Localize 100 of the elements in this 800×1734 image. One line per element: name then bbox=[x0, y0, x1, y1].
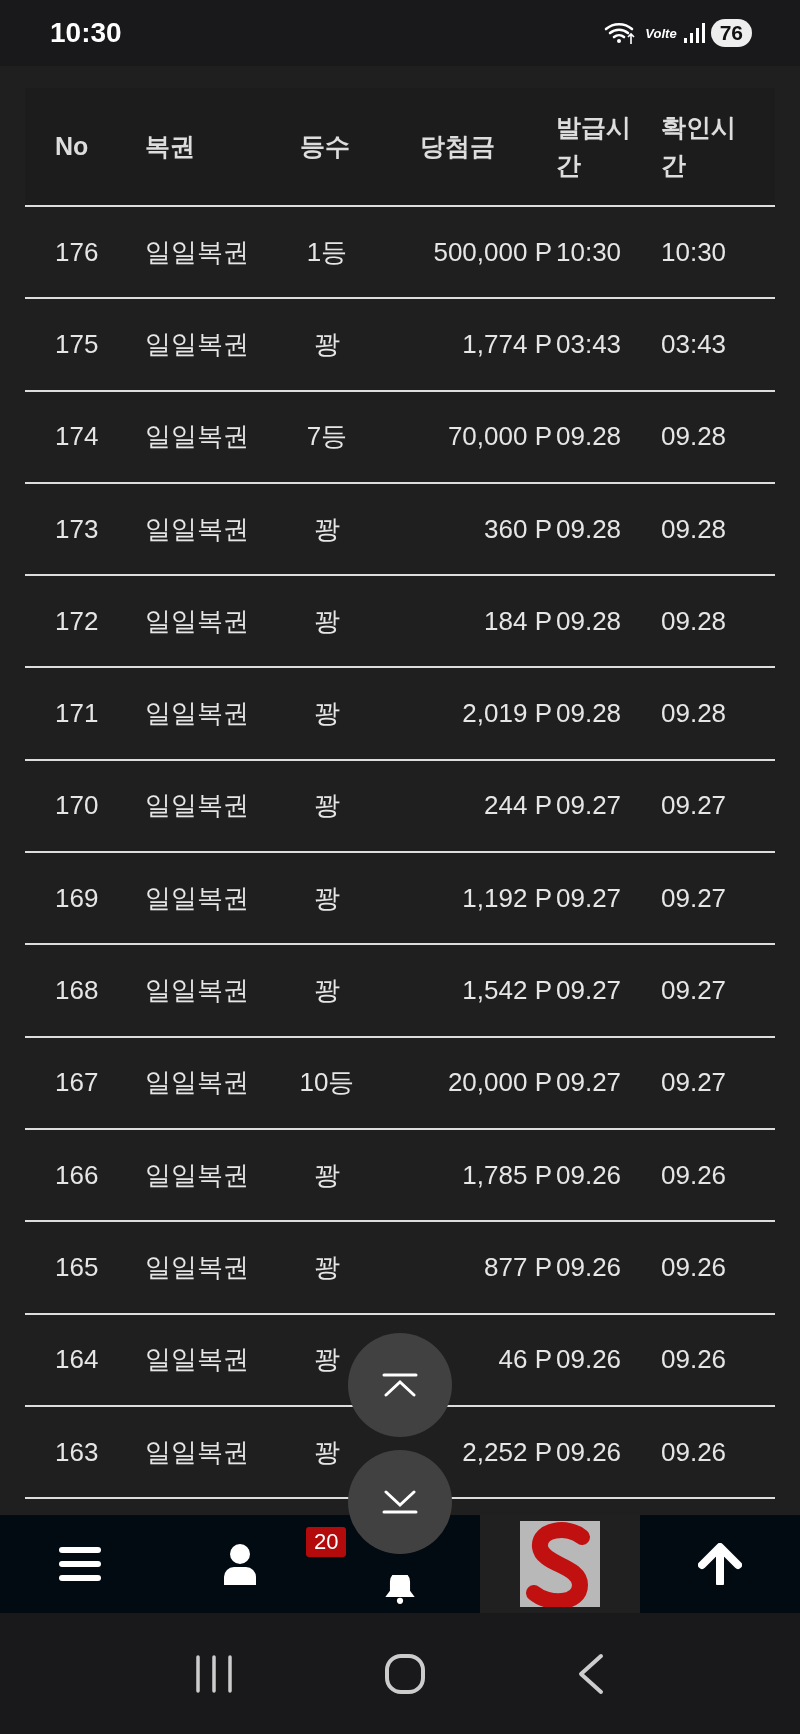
lottery-cell-text: 일일복권 bbox=[145, 1158, 250, 1192]
checked-time-cell-text: 09.28 bbox=[661, 513, 728, 545]
checked-time-cell-text: 09.27 bbox=[661, 790, 728, 822]
number-cell-text: 166 bbox=[54, 1159, 100, 1191]
checked-time-cell-text: 09.26 bbox=[661, 1251, 728, 1283]
scroll-bottom-icon bbox=[382, 1490, 418, 1514]
bell-icon[interactable] bbox=[383, 1575, 417, 1605]
issued-time-cell-text: 09.28 bbox=[556, 605, 623, 637]
number-cell-text: 171 bbox=[54, 698, 100, 730]
battery-level: 76 bbox=[710, 19, 752, 47]
prize-cell: 1,774 P bbox=[462, 328, 552, 360]
user-icon[interactable] bbox=[222, 1543, 258, 1585]
prize-cell: 2,252 P bbox=[462, 1436, 552, 1468]
issued-time-cell-text: 09.28 bbox=[556, 421, 623, 453]
checked-time-cell-text: 03:43 bbox=[661, 328, 728, 360]
checked-time-cell-text: 09.28 bbox=[661, 698, 728, 730]
column-header: 당첨금 bbox=[420, 130, 496, 162]
number-cell-text: 167 bbox=[54, 1067, 100, 1099]
issued-time-cell-text: 09.27 bbox=[556, 1067, 623, 1099]
prize-cell: 70,000 P bbox=[447, 421, 552, 453]
issued-time-cell-text: 09.27 bbox=[556, 882, 623, 914]
column-header: 발급시간 bbox=[556, 112, 632, 181]
prize-cell: 244 P bbox=[484, 790, 552, 822]
checked-time-cell-text: 09.27 bbox=[661, 882, 728, 914]
rank-cell-text: 꽝 bbox=[313, 1158, 341, 1192]
lottery-cell-text: 일일복권 bbox=[145, 1343, 250, 1377]
lottery-cell-text: 일일복권 bbox=[145, 327, 250, 361]
checked-time-cell-text: 09.27 bbox=[661, 1067, 728, 1099]
rank-cell-text: 꽝 bbox=[313, 1343, 341, 1377]
lottery-cell-text: 일일복권 bbox=[145, 974, 250, 1007]
lottery-cell-text: 일일복권 bbox=[145, 1435, 250, 1469]
number-cell-text: 164 bbox=[54, 1344, 100, 1376]
arrow-up-icon[interactable] bbox=[698, 1543, 742, 1585]
lottery-cell-text: 일일복권 bbox=[145, 881, 250, 915]
prize-cell: 1,785 P bbox=[462, 1159, 552, 1191]
issued-time-cell-text: 09.27 bbox=[556, 790, 623, 822]
rank-cell-text: 꽝 bbox=[313, 697, 341, 731]
number-cell-text: 172 bbox=[54, 605, 100, 637]
issued-time-cell-text: 10:30 bbox=[556, 236, 623, 268]
rank-cell-text: 꽝 bbox=[313, 974, 341, 1007]
prize-cell: 46 P bbox=[498, 1344, 552, 1376]
number-cell-text: 165 bbox=[54, 1251, 100, 1283]
issued-time-cell-text: 09.28 bbox=[556, 513, 623, 545]
scroll-top-icon bbox=[382, 1373, 418, 1397]
checked-time-cell-text: 09.28 bbox=[661, 605, 728, 637]
volte-label: Volte bbox=[645, 25, 677, 41]
rank-cell-text: 꽝 bbox=[313, 789, 341, 823]
lottery-cell-text: 일일복권 bbox=[145, 789, 250, 823]
number-cell-text: 168 bbox=[54, 975, 100, 1006]
issued-time-cell-text: 09.26 bbox=[556, 1436, 623, 1468]
back-icon[interactable] bbox=[576, 1652, 605, 1695]
number-cell-text: 175 bbox=[54, 328, 100, 360]
rank-cell-text: 10등 bbox=[298, 1066, 356, 1100]
lottery-cell-text: 일일복권 bbox=[145, 604, 250, 638]
issued-time-cell-text: 09.26 bbox=[556, 1251, 623, 1283]
prize-cell: 1,192 P bbox=[462, 882, 552, 914]
number-cell-text: 163 bbox=[54, 1436, 100, 1468]
lottery-cell-text: 일일복권 bbox=[145, 1250, 250, 1284]
issued-time-cell-text: 09.28 bbox=[556, 698, 623, 730]
prize-cell: 360 P bbox=[484, 513, 552, 545]
lottery-cell-text: 일일복권 bbox=[145, 512, 250, 546]
home-icon[interactable] bbox=[384, 1652, 426, 1695]
recent-apps-icon[interactable] bbox=[195, 1653, 234, 1694]
number-cell-text: 176 bbox=[54, 236, 100, 268]
status-time: 10:30 bbox=[50, 17, 122, 49]
checked-time-cell-text: 09.28 bbox=[661, 421, 728, 453]
issued-time-cell-text: 09.27 bbox=[556, 975, 623, 1006]
prize-cell: 20,000 P bbox=[447, 1067, 552, 1099]
rank-cell-text: 7등 bbox=[305, 420, 349, 454]
checked-time-cell-text: 09.26 bbox=[661, 1344, 728, 1376]
number-cell-text: 170 bbox=[54, 790, 100, 822]
number-cell-text: 174 bbox=[54, 421, 100, 453]
checked-time-cell-text: 09.26 bbox=[661, 1436, 728, 1468]
prize-cell: 1,542 P bbox=[462, 975, 552, 1006]
rank-cell-text: 꽝 bbox=[313, 512, 341, 546]
column-header: 복권 bbox=[145, 130, 196, 162]
lottery-cell-text: 일일복권 bbox=[145, 697, 250, 731]
lottery-cell-text: 일일복권 bbox=[145, 235, 250, 269]
issued-time-cell-text: 09.26 bbox=[556, 1159, 623, 1191]
prize-cell: 2,019 P bbox=[462, 698, 552, 730]
prize-cell: 500,000 P bbox=[433, 236, 552, 268]
rank-cell-text: 꽝 bbox=[313, 1250, 341, 1284]
issued-time-cell-text: 09.26 bbox=[556, 1344, 623, 1376]
number-cell-text: 173 bbox=[54, 513, 100, 545]
lottery-cell-text: 일일복권 bbox=[145, 420, 250, 454]
column-header: 확인시간 bbox=[661, 112, 737, 181]
prize-cell: 184 P bbox=[484, 605, 552, 637]
lottery-cell-text: 일일복권 bbox=[145, 1066, 250, 1100]
menu-icon[interactable] bbox=[59, 1547, 101, 1581]
rank-cell-text: 꽝 bbox=[313, 881, 341, 915]
prize-cell: 877 P bbox=[484, 1251, 552, 1283]
issued-time-cell-text: 03:43 bbox=[556, 328, 623, 360]
column-header: 등수 bbox=[299, 130, 351, 162]
checked-time-cell-text: 09.26 bbox=[661, 1159, 728, 1191]
logo-icon[interactable] bbox=[520, 1521, 600, 1607]
notification-badge: 20 bbox=[306, 1527, 347, 1557]
rank-cell-text: 꽝 bbox=[313, 1435, 341, 1469]
checked-time-cell-text: 10:30 bbox=[661, 236, 728, 268]
checked-time-cell-text: 09.27 bbox=[661, 975, 728, 1006]
column-header: No bbox=[54, 130, 90, 162]
